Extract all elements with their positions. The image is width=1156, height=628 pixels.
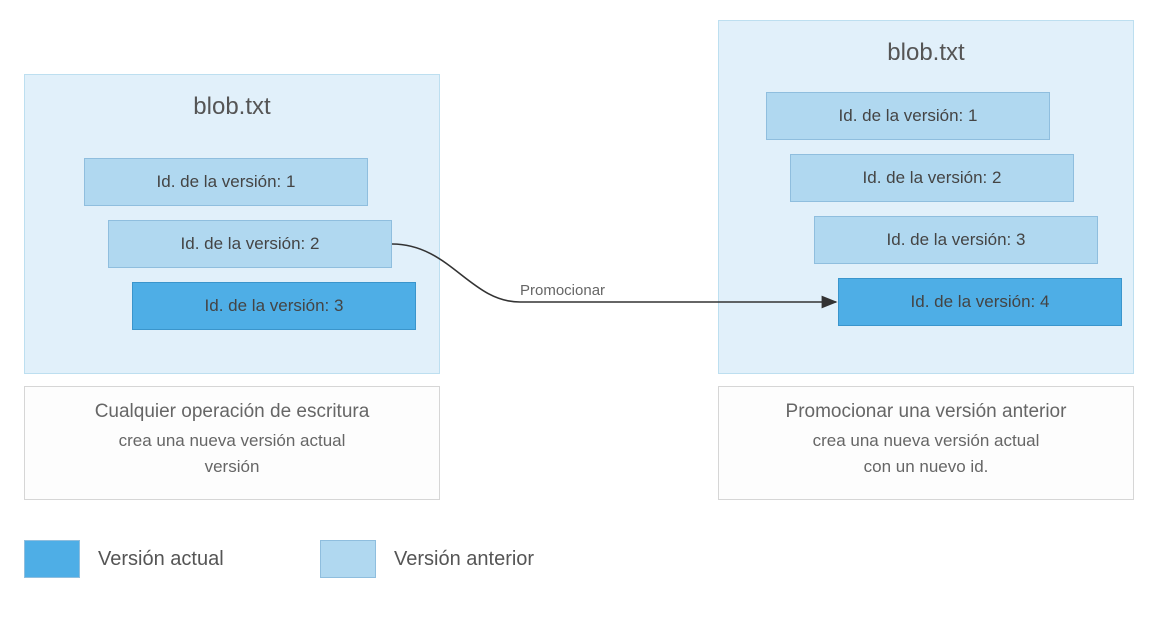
legend-swatch-current [24,540,80,578]
legend-current: Versión actual [24,540,224,578]
versioning-diagram: blob.txt Id. de la versión: 1 Id. de la … [20,20,1136,608]
legend-previous: Versión anterior [320,540,534,578]
caption-line: crea una nueva versión actual [25,431,439,451]
legend-swatch-previous [320,540,376,578]
promote-arrow-label: Promocionar [520,282,605,299]
legend-label-current: Versión actual [98,548,224,571]
promote-arrow [20,20,1136,420]
caption-line: crea una nueva versión actual [719,431,1133,451]
caption-line: con un nuevo id. [719,457,1133,477]
legend-label-previous: Versión anterior [394,548,534,571]
caption-line: versión [25,457,439,477]
